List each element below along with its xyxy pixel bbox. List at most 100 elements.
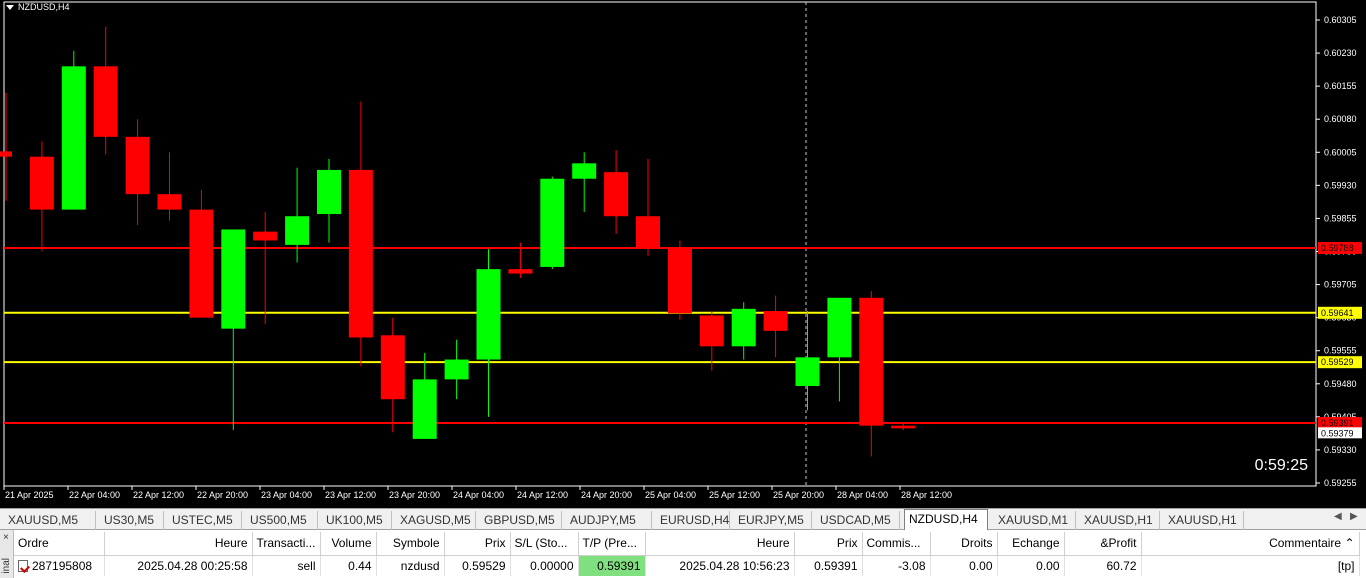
y-tick-label: 0.59480 <box>1324 379 1357 389</box>
tab-us30-m5-1[interactable]: US30,M5 <box>100 511 164 530</box>
cell-price: 0.59529 <box>444 555 511 576</box>
cell-profit: 60.72 <box>1064 555 1142 576</box>
candle-body <box>604 172 629 217</box>
x-tick-label: 25 Apr 04:00 <box>645 490 696 500</box>
candle-body <box>636 216 660 248</box>
tab-us500-m5-3[interactable]: US500,M5 <box>246 511 318 530</box>
terminal-side-strip: × inal <box>0 530 14 578</box>
x-tick-label: 22 Apr 20:00 <box>197 490 248 500</box>
chart-title-text: NZDUSD,H4 <box>18 2 70 12</box>
column-header-close-price[interactable]: Prix <box>794 532 863 556</box>
tab-eurjpy-m5-9[interactable]: EURJPY,M5 <box>734 511 812 530</box>
column-header-symbol[interactable]: Symbole <box>376 532 445 556</box>
candlestick-chart-canvas[interactable]: 0.60305 0.60230 0.60155 0.60080 0.60005 0.599… <box>0 0 1366 508</box>
y-tick-label: 0.59555 <box>1324 346 1357 356</box>
chart-symbol-title: NZDUSD,H4 <box>6 2 70 12</box>
x-tick-label: 24 Apr 12:00 <box>517 490 568 500</box>
column-header-order[interactable]: Ordre <box>14 532 105 556</box>
column-header-comment[interactable]: Commentaire ⌃ <box>1141 532 1360 556</box>
x-tick-label: 25 Apr 12:00 <box>709 490 760 500</box>
x-tick-label: 24 Apr 04:00 <box>453 490 504 500</box>
x-tick-label: 23 Apr 20:00 <box>389 490 440 500</box>
table-row[interactable]: 287195808 2025.04.28 00:25:58 sell 0.44 … <box>14 555 1360 576</box>
y-tick-label: 0.60305 <box>1324 15 1357 25</box>
current-price-label: 0.59379 <box>1321 428 1354 438</box>
candle-body <box>859 297 884 426</box>
price-level-label: 0.59529 <box>1321 357 1354 367</box>
column-header-type[interactable]: Transacti... <box>252 532 321 556</box>
candle-body <box>253 231 278 241</box>
tab-xauusd-h1-14[interactable]: XAUUSD,H1 <box>1164 511 1244 530</box>
price-level-label: 0.59391 <box>1321 418 1354 428</box>
candle-body <box>380 335 405 400</box>
column-header-commission[interactable]: Commis... <box>862 532 931 556</box>
cell-close-price: 0.59391 <box>794 555 863 576</box>
y-tick-label: 0.59255 <box>1324 478 1357 488</box>
column-header-close-time[interactable]: Heure <box>645 532 795 556</box>
y-tick-label: 0.60005 <box>1324 147 1357 157</box>
candle-body <box>891 425 916 429</box>
candle-body <box>572 163 597 179</box>
candle-body <box>317 169 341 215</box>
tab-scroll-right-icon[interactable]: ▶ <box>1350 511 1358 522</box>
tab-scroll-left-icon[interactable]: ◀ <box>1334 511 1342 522</box>
chart-tab-bar: XAUUSD,M5 US30,M5 USTEC,M5 US500,M5 UK100,M5… <box>0 508 1366 530</box>
column-header-rights[interactable]: Droits <box>930 532 998 556</box>
price-chart[interactable]: 0.60305 0.60230 0.60155 0.60080 0.60005 0.599… <box>0 0 1366 508</box>
tab-xauusd-m5-0[interactable]: XAUUSD,M5 <box>4 511 96 530</box>
tab-xagusd-m5-5[interactable]: XAGUSD,M5 <box>396 511 476 530</box>
tab-nzdusd-h4-11[interactable]: NZDUSD,H4 <box>904 509 988 530</box>
cell-time: 2025.04.28 00:25:58 <box>104 555 253 576</box>
terminal-panel: × inal Ordre Heure Transacti... Volume S… <box>0 530 1366 578</box>
cell-commission: -3.08 <box>862 555 931 576</box>
tab-xauusd-h1-13[interactable]: XAUUSD,H1 <box>1080 511 1160 530</box>
candle-body <box>827 297 852 358</box>
y-tick-label: 0.59855 <box>1324 213 1357 223</box>
x-tick-label: 23 Apr 12:00 <box>325 490 376 500</box>
tab-eurusd-h4-8[interactable]: EURUSD,H4 <box>656 511 730 530</box>
candle-body <box>444 359 469 380</box>
candle-body <box>476 269 501 360</box>
candle-body <box>412 379 437 439</box>
column-header-time[interactable]: Heure <box>104 532 253 556</box>
dropdown-triangle-icon[interactable] <box>6 5 14 11</box>
cell-sl: 0.00000 <box>510 555 579 576</box>
cell-type: sell <box>252 555 321 576</box>
x-tick-label: 24 Apr 20:00 <box>581 490 632 500</box>
column-header-price[interactable]: Prix <box>444 532 511 556</box>
x-tick-label: 21 Apr 2025 <box>5 490 54 500</box>
price-level-label: 0.59641 <box>1321 308 1354 318</box>
cell-order: 287195808 <box>14 555 105 576</box>
tab-usdcad-m5-10[interactable]: USDCAD,M5 <box>816 511 900 530</box>
tab-uk100-m5-4[interactable]: UK100,M5 <box>322 511 392 530</box>
close-icon[interactable]: × <box>3 532 9 543</box>
terminal-vertical-label: inal <box>1 558 12 574</box>
y-tick-label: 0.59330 <box>1324 445 1357 455</box>
cell-comment: [tp] <box>1141 555 1360 576</box>
cell-symbol: nzdusd <box>376 555 445 576</box>
column-header-profit[interactable]: &Profit <box>1064 532 1142 556</box>
column-header-sl[interactable]: S/L (Sto... <box>510 532 579 556</box>
column-header-tp[interactable]: T/P (Pre... <box>578 532 646 556</box>
column-header-exchange[interactable]: Echange <box>997 532 1065 556</box>
candle-body <box>763 311 788 331</box>
candle-body <box>29 156 54 210</box>
table-header-row: Ordre Heure Transacti... Volume Symbole … <box>14 532 1360 556</box>
tab-gbpusd-m5-6[interactable]: GBPUSD,M5 <box>480 511 562 530</box>
column-header-volume[interactable]: Volume <box>320 532 377 556</box>
x-tick-label: 25 Apr 20:00 <box>773 490 824 500</box>
cell-volume: 0.44 <box>320 555 377 576</box>
candle-body <box>93 66 118 137</box>
tab-ustec-m5-2[interactable]: USTEC,M5 <box>168 511 242 530</box>
y-tick-label: 0.59705 <box>1324 280 1357 290</box>
sort-icon: ⌃ <box>1344 536 1355 551</box>
y-tick-label: 0.60080 <box>1324 114 1357 124</box>
history-table: Ordre Heure Transacti... Volume Symbole … <box>14 532 1360 576</box>
y-tick-label: 0.59930 <box>1324 180 1357 190</box>
candle-body <box>0 151 12 157</box>
candle-body <box>285 216 310 245</box>
candle-body <box>221 229 246 329</box>
tab-audjpy-m5-7[interactable]: AUDJPY,M5 <box>566 511 652 530</box>
tab-xauusd-m1-12[interactable]: XAUUSD,M1 <box>994 511 1076 530</box>
candle-body <box>125 136 150 195</box>
